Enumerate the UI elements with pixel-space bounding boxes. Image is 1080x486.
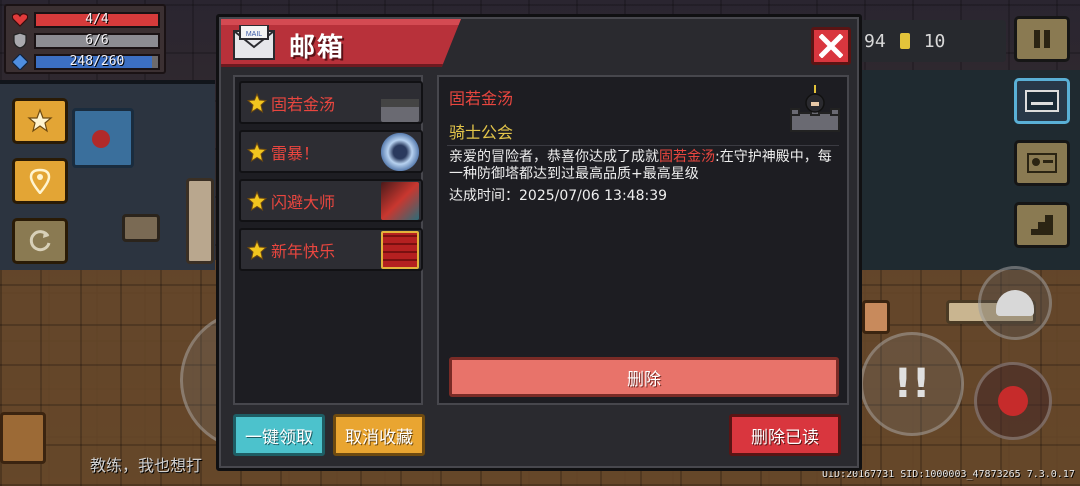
health-bar: 4/4 (34, 11, 160, 28)
close-icon (819, 34, 843, 58)
health-row: 4/4 (10, 9, 160, 30)
right-npc (862, 300, 890, 334)
star-icon (247, 141, 267, 162)
energy-diamond-icon (10, 53, 30, 71)
mail-icon: MAIL (231, 23, 277, 63)
mail-item-leibao[interactable]: 雷暴！ (239, 130, 423, 173)
mail-detail-title: 固若金汤 (449, 89, 514, 108)
armor-row: 6/6 (10, 30, 160, 51)
refresh-button[interactable] (12, 218, 68, 264)
achieved-time: 达成时间：2025/07/06 13:48:39 (449, 188, 668, 204)
star-icon (247, 190, 267, 211)
delete-button[interactable]: 删除 (449, 357, 839, 397)
skill-exclaim-icon: !! (893, 361, 931, 407)
tower-knight-icon (381, 83, 419, 122)
delete-read-button[interactable]: 删除已读 (729, 414, 841, 456)
achievement-button[interactable] (12, 98, 68, 144)
chest (122, 214, 160, 242)
mail-icon-text: MAIL (246, 31, 262, 38)
title-ribbon: MAIL 邮箱 (221, 19, 461, 67)
claim-all-button[interactable]: 一键领取 (233, 414, 325, 456)
mail-item-label: 雷暴！ (271, 143, 320, 163)
mailbox-dialog: MAIL 邮箱 固若金汤 雷暴！ 闪避大师 新年快乐 固若金汤 骑士公会 亲爱的… (216, 14, 862, 471)
star-badge-icon (27, 108, 53, 133)
mail-item-gurujintang[interactable]: 固若金汤 (239, 81, 423, 124)
gem-count: 94 (864, 30, 886, 52)
attack-button[interactable] (974, 362, 1052, 440)
energy-value: 248/260 (69, 54, 125, 69)
star-icon (247, 92, 267, 113)
firecracker-icon (381, 230, 419, 269)
location-pin-icon (29, 168, 51, 194)
merchant-figure (186, 178, 214, 264)
stairs-icon (1031, 215, 1053, 235)
dialog-title: 邮箱 (289, 33, 346, 63)
mail-item-shanbidashi[interactable]: 闪避大师 (239, 179, 423, 222)
close-button[interactable] (811, 27, 851, 65)
star-icon (247, 239, 267, 260)
shield-icon (10, 32, 30, 50)
map-button[interactable] (12, 158, 68, 204)
armor-bar: 6/6 (34, 32, 160, 49)
mail-detail: 固若金汤 骑士公会 亲爱的冒险者，恭喜你达成了成就固若金汤:在守护神殿中，每一种… (437, 75, 849, 405)
thunder-vortex-icon (381, 132, 419, 171)
unfavorite-button[interactable]: 取消收藏 (333, 414, 425, 456)
profile-card-button[interactable] (1014, 140, 1070, 186)
currency-panel: 94 10 (858, 20, 1006, 62)
energy-bar: 248/260 (34, 53, 160, 70)
coin-count: 10 (923, 30, 946, 52)
pause-icon (1034, 30, 1050, 48)
red-orb (92, 130, 110, 148)
fan-weapon-icon (996, 290, 1034, 316)
detail-divider (447, 145, 839, 146)
health-value: 4/4 (85, 12, 109, 27)
mail-sender: 骑士公会 (449, 123, 514, 142)
player-stats-panel: 4/4 6/6 248/260 (4, 4, 166, 74)
chat-emote-button[interactable] (1014, 78, 1070, 124)
mail-body-highlight: 固若金汤 (659, 149, 715, 165)
refresh-icon (29, 230, 51, 252)
mail-item-label: 闪避大师 (271, 192, 336, 212)
id-card-icon (1027, 153, 1057, 173)
energy-row: 248/260 (10, 51, 160, 72)
pause-button[interactable] (1014, 16, 1070, 62)
upgrade-button[interactable] (1014, 202, 1070, 248)
mail-list: 固若金汤 雷暴！ 闪避大师 新年快乐 (233, 75, 423, 405)
mail-item-xinniankuaile[interactable]: 新年快乐 (239, 228, 423, 271)
heart-icon (10, 11, 30, 29)
tower-knight-icon (789, 83, 841, 133)
floor-npc (0, 412, 46, 464)
mail-body-text: 亲爱的冒险者，恭喜你达成了成就 (449, 149, 659, 165)
keyboard-icon (1025, 90, 1059, 112)
chat-message: 教练，我也想打 (90, 456, 203, 475)
dodge-dragon-icon (381, 181, 419, 220)
skill-button[interactable]: !! (860, 332, 964, 436)
armor-value: 6/6 (85, 33, 109, 48)
weapon-switch-button[interactable] (978, 266, 1052, 340)
mail-body: 亲爱的冒险者，恭喜你达成了成就固若金汤:在守护神殿中，每一种防御塔都达到过最高品… (449, 149, 844, 183)
coin-icon (899, 33, 910, 49)
mail-item-label: 固若金汤 (271, 94, 336, 114)
dragon-weapon-icon (998, 386, 1028, 416)
mail-item-label: 新年快乐 (271, 241, 336, 261)
